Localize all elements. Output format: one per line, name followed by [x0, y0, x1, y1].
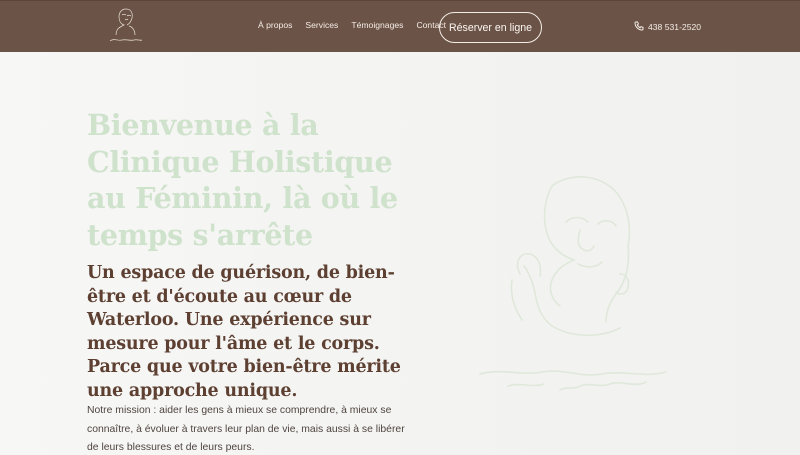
book-online-button[interactable]: Réserver en ligne: [439, 12, 542, 43]
nav-link-a-propos[interactable]: À propos: [258, 20, 292, 30]
phone-link[interactable]: 438 531-2520: [634, 21, 701, 33]
phone-number: 438 531-2520: [648, 22, 702, 32]
hero-subtitle: Un espace de guérison, de bien-être et d…: [87, 263, 401, 401]
hero-title: Bienvenue à la Clinique Holistique au Fé…: [87, 108, 398, 252]
mission-statement: Notre mission : aider les gens à mieux s…: [87, 405, 405, 453]
woman-face-line-art-icon: [440, 124, 700, 424]
site-header: À propos Services Témoignages Contact Ré…: [0, 0, 800, 52]
nav-link-temoignages[interactable]: Témoignages: [351, 20, 403, 30]
nav-link-services[interactable]: Services: [305, 20, 338, 30]
phone-icon: [634, 21, 644, 33]
main-nav: À propos Services Témoignages Contact: [258, 20, 446, 30]
logo-icon[interactable]: [104, 5, 148, 47]
